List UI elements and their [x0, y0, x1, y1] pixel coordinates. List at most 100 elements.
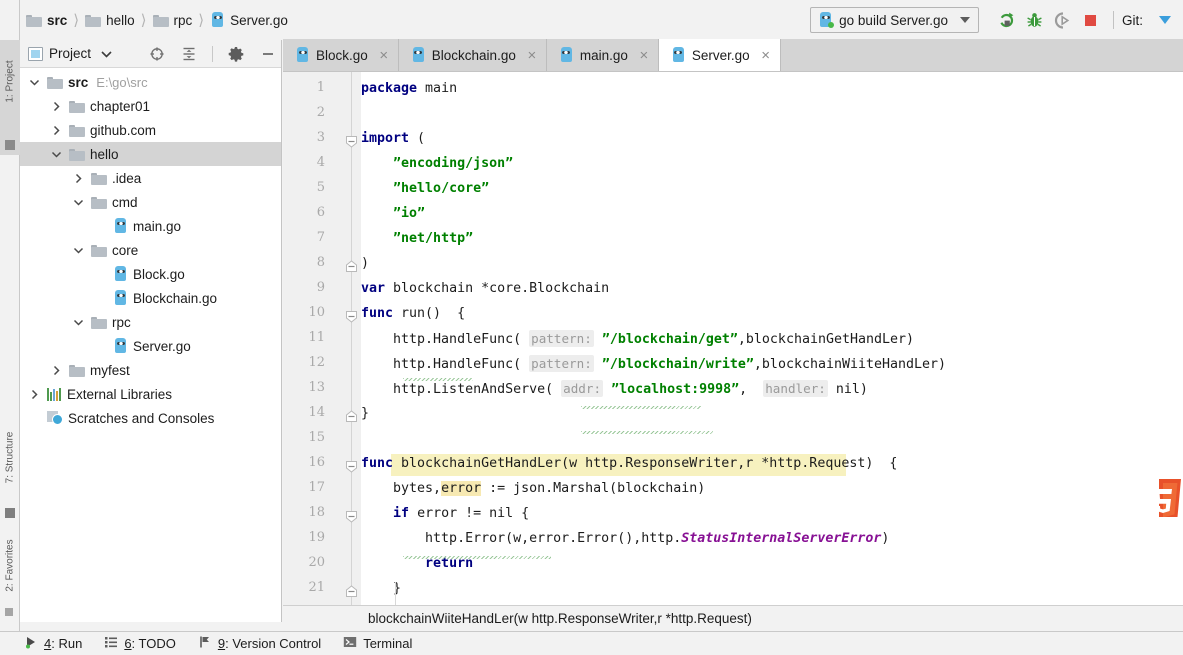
tree-item-block-go[interactable]: Block.go: [20, 262, 281, 286]
tool-window-button-run[interactable]: 4: Run: [24, 635, 82, 652]
tree-item-chapter01[interactable]: chapter01: [20, 94, 281, 118]
tree-no-arrow: [92, 266, 108, 282]
fold-toggle-icon[interactable]: [344, 459, 359, 474]
debug-button[interactable]: [1021, 6, 1049, 34]
line-number: 13: [308, 380, 325, 395]
code-editor[interactable]: 1 2 3 4 5 6 7 8 9 10 11 12 13 14 15 16 17 18 19 20 21 packag…: [283, 72, 1183, 605]
editor-tab-block-go[interactable]: Block.go ×: [283, 39, 399, 71]
terminal-icon: [343, 635, 357, 652]
tree-no-arrow: [92, 290, 108, 306]
tool-window-button-todo[interactable]: 6: TODO: [104, 635, 176, 652]
tree-item-label: Block.go: [133, 266, 185, 282]
select-opened-file-button[interactable]: [144, 41, 170, 67]
structure-strip-icon[interactable]: [5, 508, 15, 518]
tree-item-rpc[interactable]: rpc: [20, 310, 281, 334]
tree-item-path: E:\go\src: [96, 74, 148, 90]
code-line: func blockchainGetHandLer(w http.Respons…: [361, 456, 898, 471]
left-strip-item-favorites[interactable]: 2: Favorites: [5, 534, 16, 598]
rerun-button[interactable]: [993, 6, 1021, 34]
chevron-down-icon[interactable]: [101, 46, 112, 61]
line-number: 19: [308, 530, 325, 545]
tree-item-external-libraries[interactable]: External Libraries: [20, 382, 281, 406]
chevron-down-icon[interactable]: [26, 74, 42, 90]
tree-item-main-go[interactable]: main.go: [20, 214, 281, 238]
fold-toggle-icon[interactable]: [344, 259, 359, 274]
line-number: 8: [316, 255, 325, 270]
code-line: import (: [361, 131, 426, 146]
breadcrumb-label: rpc: [173, 12, 193, 28]
line-number: 6: [316, 205, 325, 220]
project-panel-title: Project: [49, 46, 92, 61]
close-icon[interactable]: ×: [760, 48, 772, 63]
tree-item-hello[interactable]: hello: [20, 142, 281, 166]
tree-item-idea[interactable]: .idea: [20, 166, 281, 190]
tool-window-bar: 4: Run 6: TODO 9: Version Control Terminal: [0, 631, 1183, 655]
chevron-down-icon[interactable]: [70, 314, 86, 330]
run-with-coverage-button[interactable]: [1049, 6, 1077, 34]
chevron-right-icon[interactable]: [48, 122, 64, 138]
html5-logo-icon: [1159, 477, 1183, 517]
chevron-down-icon[interactable]: [70, 194, 86, 210]
tree-item-server-go[interactable]: Server.go: [20, 334, 281, 358]
tree-no-arrow: [26, 410, 42, 426]
run-triangle-icon: [24, 635, 38, 652]
breadcrumb-item-rpc[interactable]: rpc: [152, 0, 193, 40]
line-number: 3: [316, 130, 325, 145]
line-number: 16: [308, 455, 325, 470]
parameter-info-text: blockchainWiiteHandLer(w http.ResponseWr…: [368, 611, 752, 626]
update-project-icon: [1159, 16, 1171, 24]
line-number: 4: [316, 155, 325, 170]
editor-tab-blockchain-go[interactable]: Blockchain.go ×: [398, 39, 547, 71]
go-file-icon: [210, 12, 225, 28]
fold-toggle-icon[interactable]: [344, 584, 359, 599]
tool-window-button-versioncontrol[interactable]: 9: Version Control: [198, 635, 321, 652]
breadcrumb-item-src[interactable]: src: [26, 0, 67, 40]
left-strip-item-project[interactable]: 1: Project: [5, 50, 16, 114]
tree-item-src[interactable]: src E:\go\src: [20, 70, 281, 94]
git-update-project-button[interactable]: [1151, 6, 1179, 34]
fold-toggle-icon[interactable]: [344, 409, 359, 424]
bug-icon: [1027, 12, 1043, 27]
chevron-right-icon[interactable]: [26, 386, 42, 402]
tree-item-core[interactable]: core: [20, 238, 281, 262]
chevron-right-icon[interactable]: [70, 170, 86, 186]
tree-item-scratches-and-consoles[interactable]: Scratches and Consoles: [20, 406, 281, 430]
go-file-icon: [113, 338, 128, 354]
close-icon[interactable]: ×: [526, 48, 538, 63]
run-configuration-selector[interactable]: go build Server.go: [810, 7, 979, 33]
fold-toggle-icon[interactable]: [344, 309, 359, 324]
tree-item-myfest[interactable]: myfest: [20, 358, 281, 382]
close-icon[interactable]: ×: [378, 48, 390, 63]
chevron-down-icon[interactable]: [70, 242, 86, 258]
fold-toggle-icon[interactable]: [344, 509, 359, 524]
folder-icon: [69, 100, 85, 113]
editor-tab-main-go[interactable]: main.go ×: [546, 39, 659, 71]
favorites-strip-icon[interactable]: [5, 608, 13, 616]
line-number: 10: [308, 305, 325, 320]
editor-tab-server-go[interactable]: Server.go ×: [658, 39, 781, 71]
collapse-all-button[interactable]: [176, 41, 202, 67]
left-strip-item-structure[interactable]: 7: Structure: [5, 426, 16, 490]
tree-item-label: hello: [90, 146, 119, 162]
git-label: Git:: [1121, 12, 1143, 28]
run-coverage-icon: [1055, 11, 1070, 29]
chevron-right-icon[interactable]: [48, 362, 64, 378]
code-text[interactable]: package main import ( ”encoding/json” ”he…: [361, 72, 1183, 605]
project-strip-icon[interactable]: [5, 140, 15, 150]
settings-button[interactable]: [223, 41, 249, 67]
project-tool-window: Project src E:\go\src chapter01 github.c…: [20, 40, 282, 622]
tool-window-button-terminal[interactable]: Terminal: [343, 635, 412, 652]
breadcrumb-item-server-go[interactable]: Server.go: [210, 0, 288, 40]
todo-list-icon: [104, 635, 118, 652]
hide-panel-button[interactable]: [255, 41, 281, 67]
tree-item-github-com[interactable]: github.com: [20, 118, 281, 142]
fold-toggle-icon[interactable]: [344, 134, 359, 149]
tree-item-cmd[interactable]: cmd: [20, 190, 281, 214]
breadcrumb-item-hello[interactable]: hello: [85, 0, 135, 40]
chevron-down-icon[interactable]: [48, 146, 64, 162]
stop-button[interactable]: [1077, 6, 1105, 34]
chevron-right-icon[interactable]: [48, 98, 64, 114]
tree-item-blockchain-go[interactable]: Blockchain.go: [20, 286, 281, 310]
project-tree[interactable]: src E:\go\src chapter01 github.com hello .ide…: [20, 68, 281, 621]
close-icon[interactable]: ×: [638, 48, 650, 63]
